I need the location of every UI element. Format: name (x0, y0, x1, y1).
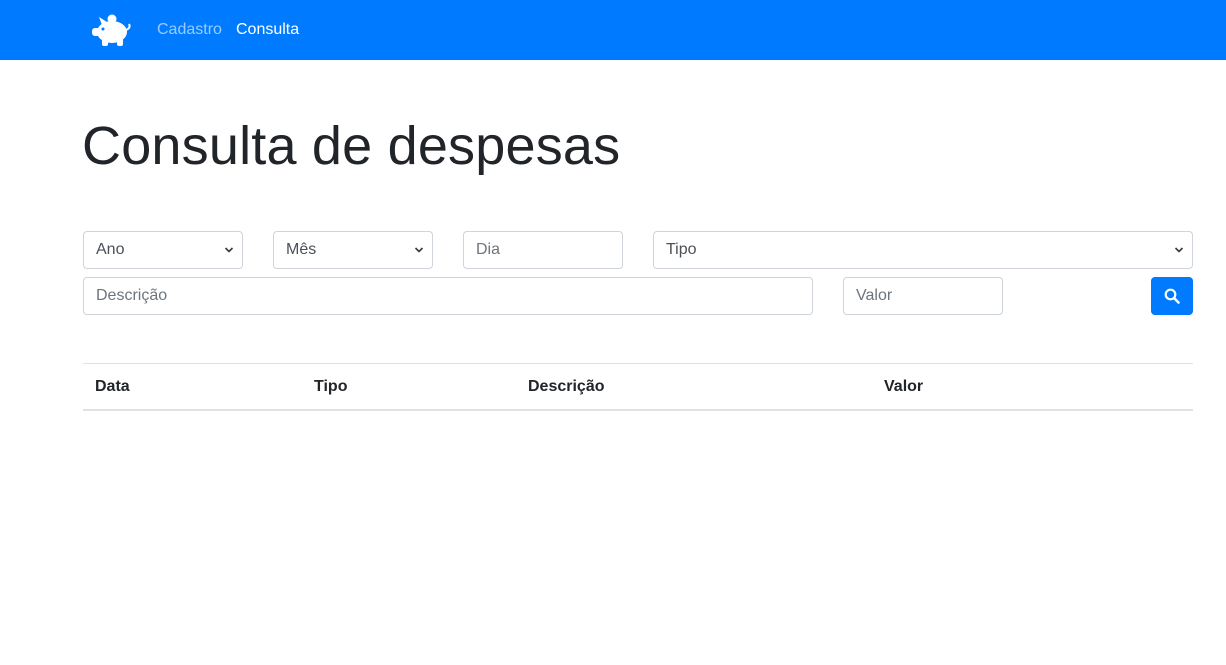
tipo-select-value: Tipo (666, 241, 697, 258)
dia-input-placeholder: Dia (476, 241, 501, 258)
descricao-input-placeholder: Descrição (96, 287, 168, 304)
chevron-down-icon (1174, 247, 1184, 253)
chevron-down-icon (224, 247, 234, 253)
page-title: Consulta de despesas (82, 116, 621, 176)
chevron-down-icon (414, 247, 424, 253)
navbar: Cadastro Consulta (0, 0, 1226, 60)
ano-select[interactable]: Ano (83, 231, 243, 269)
column-header-descricao: Descrição (528, 378, 605, 395)
brand-logo[interactable] (88, 10, 132, 50)
descricao-input[interactable]: Descrição (83, 277, 813, 315)
nav-link-cadastro[interactable]: Cadastro (157, 20, 222, 40)
column-header-tipo: Tipo (314, 378, 348, 395)
column-header-data: Data (95, 378, 130, 395)
ano-select-value: Ano (96, 241, 125, 258)
expenses-table: Data Tipo Descrição Valor (83, 363, 1193, 411)
piggy-bank-icon (92, 14, 131, 46)
dia-input[interactable]: Dia (463, 231, 623, 269)
valor-input-placeholder: Valor (856, 287, 893, 304)
search-button[interactable] (1151, 277, 1193, 315)
tipo-select[interactable]: Tipo (653, 231, 1193, 269)
mes-select-value: Mês (286, 241, 317, 258)
search-icon (1164, 288, 1180, 304)
mes-select[interactable]: Mês (273, 231, 433, 269)
column-header-valor: Valor (884, 378, 924, 395)
nav-link-consulta[interactable]: Consulta (236, 20, 299, 40)
valor-input[interactable]: Valor (843, 277, 1003, 315)
